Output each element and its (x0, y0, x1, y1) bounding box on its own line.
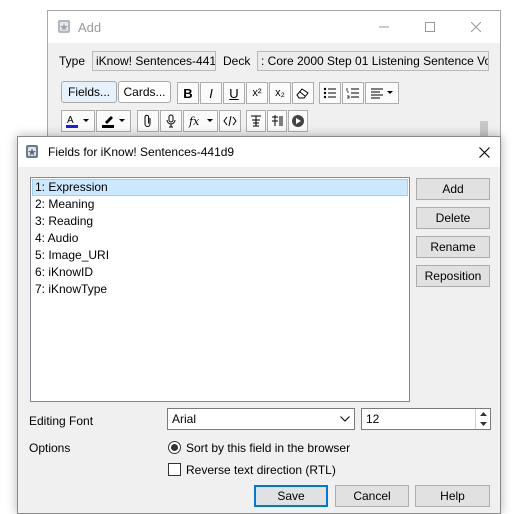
microphone-icon (166, 114, 176, 128)
options-label: Options (29, 441, 71, 455)
field-list[interactable]: 1: Expression 2: Meaning 3: Reading 4: Audi… (30, 177, 410, 402)
dialog-title: Fields for iKnow! Sentences-441d9 (48, 145, 235, 159)
reposition-field-button[interactable]: Reposition (416, 265, 490, 287)
spin-up-icon[interactable] (476, 409, 490, 419)
fields-dialog: Fields for iKnow! Sentences-441d9 1: Exp… (17, 136, 501, 514)
highlight-button[interactable] (96, 110, 131, 132)
align-button[interactable] (365, 82, 399, 104)
anki-app-icon (26, 145, 38, 158)
minimize-button[interactable] (361, 11, 407, 43)
field-list-item[interactable]: 4: Audio (32, 230, 408, 247)
chevron-down-icon (338, 411, 352, 427)
deck-label: Deck (223, 54, 251, 68)
svg-text:A: A (67, 115, 74, 126)
add-field-button[interactable]: Add (416, 178, 490, 200)
dialog-titlebar: Fields for iKnow! Sentences-441d9 (18, 137, 500, 167)
fields-button[interactable]: Fields... (61, 81, 117, 103)
function-icon: fx (188, 115, 213, 128)
furigana-remove-icon (272, 115, 283, 126)
field-list-item[interactable]: 5: Image_URI (32, 247, 408, 264)
font-select-value: Arial (172, 412, 197, 426)
furigana-button[interactable] (246, 110, 266, 132)
save-button[interactable]: Save (254, 485, 328, 507)
close-button[interactable] (453, 11, 499, 43)
paperclip-icon (144, 114, 151, 127)
superscript-button[interactable]: x² (246, 82, 268, 104)
note-type-selector[interactable]: iKnow! Sentences-441d9 (92, 51, 216, 71)
deck-selector[interactable]: : Core 2000 Step 01 Listening Sentence V… (257, 51, 489, 71)
text-color-icon: A (66, 115, 89, 128)
close-icon (478, 146, 490, 158)
help-button[interactable]: Help (415, 485, 490, 507)
minimize-icon (379, 26, 389, 28)
field-list-item[interactable]: 6: iKnowID (32, 264, 408, 281)
close-icon (471, 22, 481, 32)
text-color-button[interactable]: A (61, 110, 95, 132)
delete-field-button[interactable]: Delete (416, 207, 490, 229)
add-window-title: Add (78, 20, 102, 35)
spin-down-icon[interactable] (476, 419, 490, 429)
editing-font-label: Editing Font (29, 414, 94, 428)
rtl-checkbox[interactable] (168, 463, 181, 476)
font-size-spinbox[interactable]: 12 (361, 408, 491, 430)
attach-button[interactable] (137, 110, 159, 132)
cancel-button[interactable]: Cancel (335, 485, 409, 507)
subscript-button[interactable]: x₂ (269, 82, 291, 104)
field-list-item[interactable]: 3: Reading (32, 213, 408, 230)
maximize-button[interactable] (407, 11, 453, 43)
html-editor-button[interactable] (219, 110, 241, 132)
eraser-icon (296, 88, 309, 99)
math-button[interactable]: fx (183, 110, 218, 132)
underline-button[interactable]: U (223, 82, 245, 104)
play-icon (292, 115, 304, 127)
furigana-remove-button[interactable] (267, 110, 287, 132)
svg-text:fx: fx (188, 115, 200, 128)
font-size-value: 12 (366, 412, 380, 426)
rename-field-button[interactable]: Rename (416, 236, 490, 258)
numbered-list-button[interactable] (342, 82, 364, 104)
italic-button[interactable]: I (200, 82, 222, 104)
sort-field-radio[interactable] (168, 441, 181, 454)
sort-field-label[interactable]: Sort by this field in the browser (186, 441, 350, 455)
clear-format-button[interactable] (292, 82, 314, 104)
font-select[interactable]: Arial (167, 408, 355, 430)
highlight-icon (101, 116, 125, 128)
add-window: Add Type iKnow! Sentences-441d9 Deck : C… (47, 10, 501, 151)
field-list-item[interactable]: 7: iKnowType (32, 281, 408, 298)
align-icon (371, 88, 393, 99)
play-button[interactable] (288, 110, 308, 132)
record-audio-button[interactable] (160, 110, 182, 132)
bullet-list-icon (323, 87, 336, 99)
maximize-icon (425, 22, 435, 32)
bold-button[interactable]: B (177, 82, 199, 104)
numbered-list-icon (346, 88, 359, 99)
html-code-icon (223, 115, 237, 127)
rtl-label[interactable]: Reverse text direction (RTL) (186, 463, 336, 477)
cards-button[interactable]: Cards... (118, 81, 171, 103)
dialog-close-button[interactable] (466, 137, 502, 167)
bullet-list-button[interactable] (319, 82, 341, 104)
furigana-icon (251, 115, 261, 127)
anki-app-icon (58, 20, 70, 33)
field-list-item[interactable]: 2: Meaning (32, 196, 408, 213)
add-titlebar: Add (48, 11, 500, 43)
type-label: Type (59, 54, 86, 68)
field-list-item[interactable]: 1: Expression (32, 179, 408, 196)
